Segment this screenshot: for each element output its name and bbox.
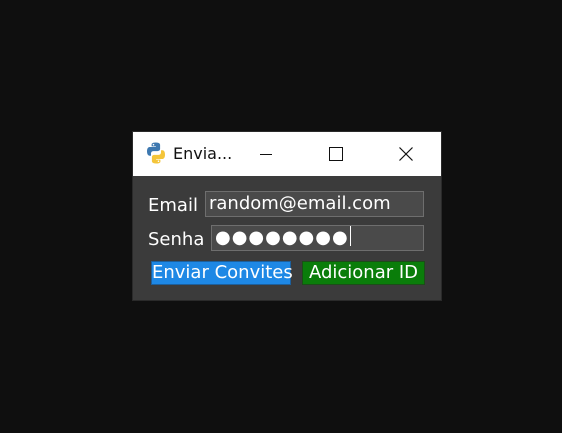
email-label: Email — [148, 195, 198, 216]
maximize-icon — [329, 147, 343, 161]
email-field[interactable]: random@email.com — [205, 191, 424, 217]
password-field[interactable]: ●●●●●●●● — [211, 225, 424, 251]
minimize-button[interactable] — [243, 132, 289, 176]
close-icon — [399, 147, 413, 161]
password-mask: ●●●●●●●● — [215, 227, 349, 248]
add-id-button[interactable]: Adicionar ID — [302, 261, 425, 285]
send-invites-button[interactable]: Enviar Convites — [151, 261, 293, 285]
app-window: Envia... Email random@email.com Senha ●●… — [133, 132, 441, 300]
python-icon — [144, 141, 168, 165]
text-caret — [349, 226, 351, 246]
window-title: Envia... — [173, 144, 233, 163]
title-bar[interactable]: Envia... — [133, 132, 441, 176]
maximize-button[interactable] — [313, 132, 359, 176]
close-button[interactable] — [383, 132, 429, 176]
password-label: Senha — [148, 229, 205, 250]
minimize-icon — [260, 154, 272, 155]
